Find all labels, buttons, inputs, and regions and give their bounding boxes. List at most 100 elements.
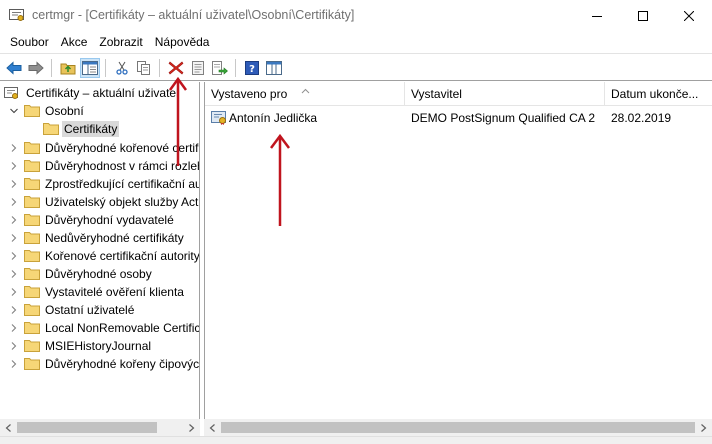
folder-icon xyxy=(24,285,40,298)
scroll-thumb[interactable] xyxy=(221,422,695,433)
toolbar-separator xyxy=(235,59,236,77)
column-header-expiration[interactable]: Datum ukonče... xyxy=(605,82,712,106)
tree-horizontal-scrollbar[interactable] xyxy=(0,419,200,436)
tree-item-label: Uživatelský objekt služby Active Directo… xyxy=(45,195,199,209)
tree-item-label: Kořenové certifikační autority jiných vý… xyxy=(45,249,200,263)
tree-item-label: Local NonRemovable Certificates xyxy=(45,321,200,335)
close-button[interactable] xyxy=(666,0,712,31)
expand-chevron-icon[interactable] xyxy=(9,143,19,153)
folder-icon xyxy=(24,303,40,316)
copy-icon[interactable] xyxy=(134,58,154,78)
menu-soubor[interactable]: Soubor xyxy=(4,32,55,52)
tree-item-koreny-cipovych-karet[interactable]: Důvěryhodné kořeny čipových karet xyxy=(0,355,200,373)
show-hide-tree-icon[interactable] xyxy=(80,58,100,78)
back-icon[interactable] xyxy=(4,58,24,78)
table-row[interactable]: Antonín Jedlička DEMO PostSignum Qualifi… xyxy=(205,108,712,128)
menu-napoveda[interactable]: Nápověda xyxy=(149,32,216,52)
scroll-right-icon[interactable] xyxy=(695,419,712,436)
scroll-left-icon[interactable] xyxy=(0,419,17,436)
folder-icon xyxy=(24,249,40,262)
forward-icon[interactable] xyxy=(26,58,46,78)
scroll-thumb[interactable] xyxy=(17,422,157,433)
toolbar-separator xyxy=(159,59,160,77)
column-header-label: Datum ukonče... xyxy=(611,87,699,101)
tree-item-label: Důvěryhodné osoby xyxy=(45,267,152,281)
toolbar-separator xyxy=(105,59,106,77)
tree-item-label: Důvěryhodní vydavatelé xyxy=(45,213,174,227)
minimize-button[interactable] xyxy=(574,0,620,31)
tree-item-label: Nedůvěryhodné certifikáty xyxy=(45,231,184,245)
list-horizontal-scrollbar[interactable] xyxy=(204,419,712,436)
properties-icon[interactable] xyxy=(188,58,208,78)
folder-icon xyxy=(24,195,40,208)
title-bar: certmgr - [Certifikáty – aktuální uživat… xyxy=(0,0,712,31)
up-folder-icon[interactable] xyxy=(58,58,78,78)
certmgr-app-icon xyxy=(9,8,25,22)
tree-item-duveryhodni-vydavatele[interactable]: Důvěryhodní vydavatelé xyxy=(0,211,199,229)
column-header-issuer[interactable]: Vystavitel xyxy=(405,82,605,106)
expand-chevron-icon[interactable] xyxy=(9,179,19,189)
folder-icon xyxy=(24,141,40,154)
tree-item-msiehistoryjournal[interactable]: MSIEHistoryJournal xyxy=(0,337,199,355)
tree-item-label: Vystavitelé ověření klienta xyxy=(45,285,184,299)
tree-item-zprostredkujici[interactable]: Zprostředkující certifikační autority xyxy=(0,175,199,193)
menu-akce[interactable]: Akce xyxy=(55,32,94,52)
folder-icon xyxy=(24,177,40,190)
folder-icon xyxy=(43,122,59,135)
tree-item-local-nonremovable[interactable]: Local NonRemovable Certificates xyxy=(0,319,200,337)
status-bar xyxy=(0,436,712,444)
expand-chevron-icon[interactable] xyxy=(9,305,19,315)
svg-text:?: ? xyxy=(249,64,255,75)
expand-chevron-icon[interactable] xyxy=(9,359,19,369)
cell-issuer: DEMO PostSignum Qualified CA 2 xyxy=(411,111,596,125)
tree-item-vystavitele-overeni[interactable]: Vystavitelé ověření klienta xyxy=(0,283,199,301)
tree-item-label: Certifikáty xyxy=(62,121,120,137)
cell-expiration: 28.02.2019 xyxy=(611,111,672,125)
expand-chevron-icon[interactable] xyxy=(9,341,19,351)
annotation-arrow-icon xyxy=(270,133,290,226)
expand-chevron-icon[interactable] xyxy=(9,215,19,225)
expand-chevron-icon[interactable] xyxy=(9,323,19,333)
sort-ascending-icon xyxy=(301,83,310,97)
column-header-label: Vystaveno pro xyxy=(211,87,288,101)
tree-item-label: Ostatní uživatelé xyxy=(45,303,135,317)
toolbar: ? xyxy=(0,53,712,81)
maximize-button[interactable] xyxy=(620,0,666,31)
help-icon[interactable]: ? xyxy=(242,58,262,78)
folder-icon xyxy=(24,321,40,334)
export-icon[interactable] xyxy=(210,58,230,78)
certificate-store-icon xyxy=(4,86,20,99)
folder-icon xyxy=(24,159,40,172)
folder-icon xyxy=(24,231,40,244)
tree-item-label: MSIEHistoryJournal xyxy=(45,339,152,353)
expand-chevron-icon[interactable] xyxy=(9,269,19,279)
folder-icon xyxy=(24,267,40,280)
cell-issued-to: Antonín Jedlička xyxy=(229,111,318,125)
list-header: Vystaveno pro Vystavitel Datum ukonče... xyxy=(205,82,712,106)
menu-zobrazit[interactable]: Zobrazit xyxy=(93,32,148,52)
tree-item-ostatni-uzivatele[interactable]: Ostatní uživatelé xyxy=(0,301,199,319)
cut-icon[interactable] xyxy=(112,58,132,78)
delete-icon[interactable] xyxy=(166,58,186,78)
tree-item-uzivatelsky-objekt[interactable]: Uživatelský objekt služby Active Directo… xyxy=(0,193,199,211)
tree-item-duveryhodne-osoby[interactable]: Důvěryhodné osoby xyxy=(0,265,199,283)
tree-item-label: Osobní xyxy=(45,104,84,118)
window-title: certmgr - [Certifikáty – aktuální uživat… xyxy=(32,8,355,22)
expand-chevron-icon[interactable] xyxy=(9,251,19,261)
folder-icon xyxy=(24,357,40,370)
annotation-arrow-icon xyxy=(168,76,188,166)
column-header-label: Vystavitel xyxy=(411,87,462,101)
expand-chevron-icon[interactable] xyxy=(9,161,19,171)
expand-chevron-icon[interactable] xyxy=(9,233,19,243)
tree-item-neduveryhodne[interactable]: Nedůvěryhodné certifikáty xyxy=(0,229,199,247)
tree-item-korenove-jinych[interactable]: Kořenové certifikační autority jiných vý… xyxy=(0,247,200,265)
collapse-chevron-icon[interactable] xyxy=(9,106,19,116)
expand-chevron-icon[interactable] xyxy=(9,197,19,207)
view-icon[interactable] xyxy=(264,58,284,78)
tree-item-label: Důvěryhodné kořeny čipových karet xyxy=(45,357,200,371)
scroll-left-icon[interactable] xyxy=(204,419,221,436)
tree-root-label: Certifikáty – aktuální uživatel xyxy=(26,86,179,100)
tree-item-label: Zprostředkující certifikační autority xyxy=(45,177,199,191)
expand-chevron-icon[interactable] xyxy=(9,287,19,297)
scroll-right-icon[interactable] xyxy=(183,419,200,436)
